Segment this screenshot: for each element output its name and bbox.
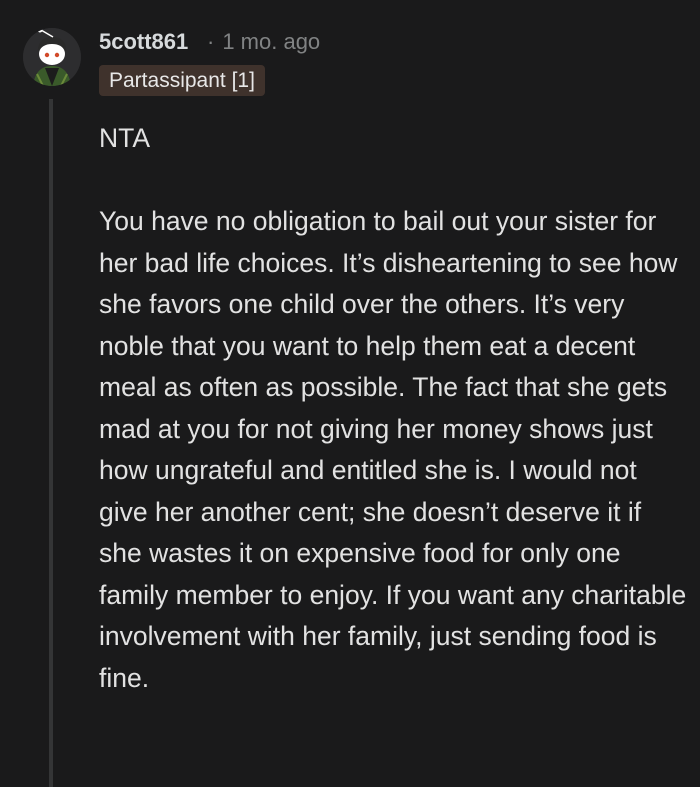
avatar[interactable]: [23, 28, 81, 86]
username[interactable]: 5cott861: [99, 27, 188, 57]
comment: 5cott861 · 1 mo. ago Partassipant [1] NTA…: [0, 0, 700, 787]
comment-body: NTA You have no obligation to bail out y…: [99, 118, 689, 699]
timestamp[interactable]: 1 mo. ago: [222, 29, 320, 54]
thread-line[interactable]: [49, 99, 53, 787]
comment-paragraph: NTA: [99, 123, 151, 153]
snoo-avatar-icon: [23, 28, 81, 86]
comment-meta: · 1 mo. ago: [205, 27, 320, 57]
user-flair: Partassipant [1]: [99, 65, 265, 96]
meta-separator: ·: [207, 29, 215, 54]
comment-paragraph: You have no obligation to bail out your …: [99, 206, 687, 693]
